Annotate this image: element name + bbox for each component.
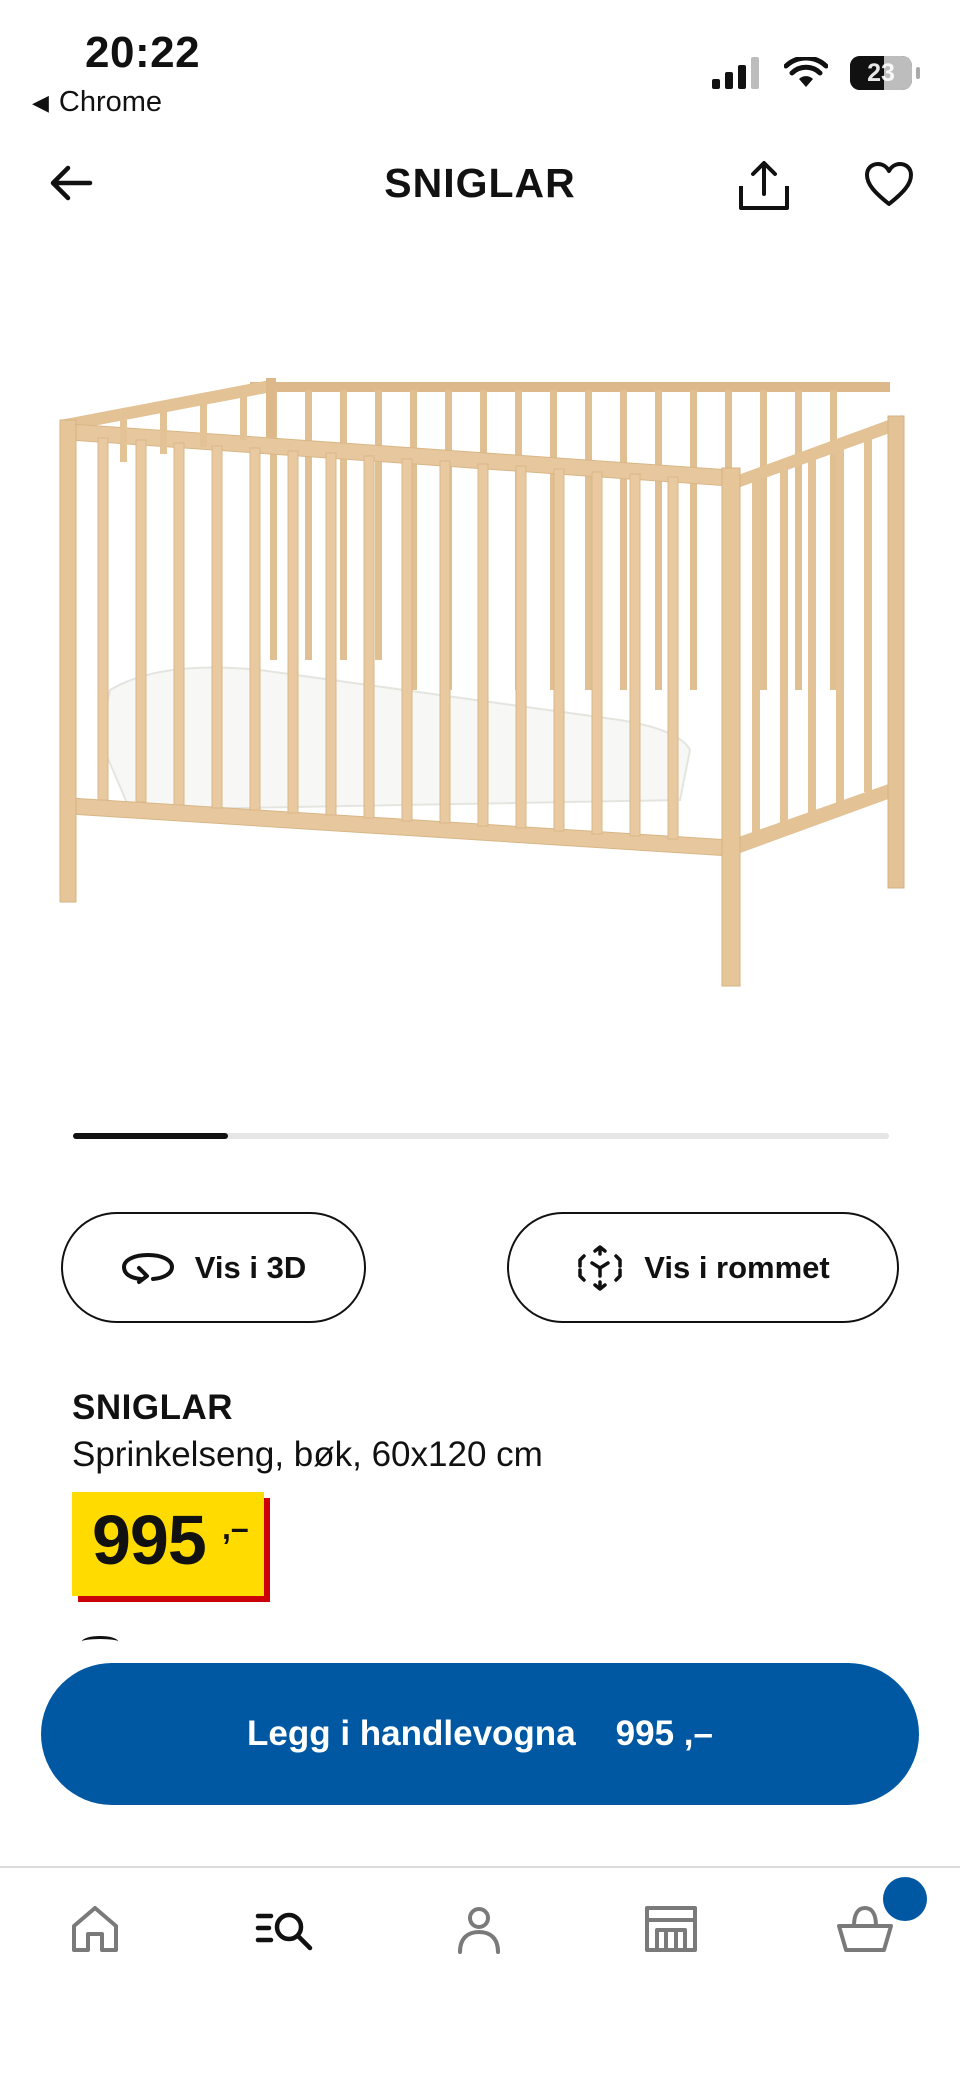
back-to-app-link[interactable]: ◀ Chrome: [32, 86, 162, 119]
view-3d-button[interactable]: Vis i 3D: [61, 1212, 366, 1323]
status-time: 20:22: [85, 28, 201, 77]
view-3d-label: Vis i 3D: [194, 1249, 307, 1285]
wifi-icon: [784, 57, 828, 87]
cellular-signal-icon: [712, 57, 759, 89]
store-icon[interactable]: [640, 1898, 702, 1960]
augmented-reality-icon: [578, 1244, 622, 1291]
product-name: SNIGLAR: [72, 1388, 233, 1427]
image-carousel-progress: [73, 1133, 229, 1139]
back-triangle-icon: ◀: [32, 89, 49, 115]
view-in-room-label: Vis i rommet: [644, 1249, 830, 1285]
product-description: Sprinkelseng, bøk, 60x120 cm: [72, 1435, 543, 1474]
price-amount: 995: [92, 1501, 207, 1579]
favorite-heart-icon[interactable]: [864, 160, 914, 210]
battery-icon: 23: [850, 56, 920, 90]
crib-illustration: [59, 378, 905, 987]
price-suffix: ,–: [222, 1510, 249, 1546]
back-app-label: Chrome: [58, 86, 163, 118]
status-indicators: 23: [712, 56, 920, 90]
partially-hidden-icon: [82, 1636, 118, 1647]
product-image[interactable]: [40, 360, 920, 1000]
battery-level: 23: [867, 58, 895, 87]
cart-count-badge: [883, 1877, 927, 1921]
home-icon[interactable]: [64, 1898, 126, 1960]
add-to-cart-label: Legg i handlevogna: [247, 1714, 576, 1753]
profile-icon[interactable]: [448, 1898, 510, 1960]
view-in-room-button[interactable]: Vis i rommet: [507, 1212, 899, 1323]
nav-divider: [0, 1866, 960, 1868]
add-to-cart-price: 995 ,–: [615, 1714, 713, 1753]
share-icon[interactable]: [736, 158, 792, 214]
rotate-3d-icon: [121, 1252, 174, 1284]
add-to-cart-button[interactable]: Legg i handlevogna 995 ,–: [41, 1663, 919, 1805]
page-title: SNIGLAR: [384, 160, 576, 206]
search-icon[interactable]: [255, 1898, 317, 1960]
